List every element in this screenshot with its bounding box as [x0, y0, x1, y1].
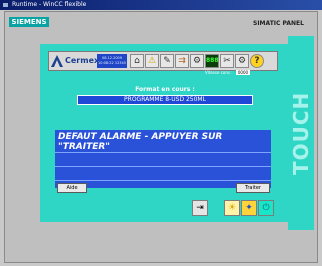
traiter-button[interactable]: Traiter: [236, 183, 270, 193]
alarm-message: DEFAUT ALARME - APPUYER SUR "TRAITER": [58, 132, 223, 152]
help-icon: ?: [254, 56, 260, 66]
window-title: Runtime - WinCC flexible: [12, 1, 87, 8]
alarm-divider: [55, 166, 271, 167]
conveyor-button[interactable]: ⇉: [175, 54, 189, 68]
wrench-icon: ✎: [163, 56, 171, 66]
format-label: Format en cours :: [135, 86, 195, 93]
exit-button[interactable]: ⇥: [192, 200, 208, 216]
warning-icon: ⚠: [147, 56, 157, 66]
help-button[interactable]: ?: [250, 54, 264, 68]
display-line-2: 10:08:22 12345: [98, 61, 126, 65]
bottom-toolbar: ⇥ ☀ ✦ ⏻: [192, 200, 274, 218]
settings-icon: ⚙: [192, 56, 202, 66]
home-icon: ⌂: [134, 56, 140, 66]
siemens-logo: SIEMENS: [9, 17, 49, 27]
alarm-panel: DEFAUT ALARME - APPUYER SUR "TRAITER": [55, 130, 271, 188]
touch-label: TOUCH: [288, 36, 314, 230]
light-button[interactable]: ☀: [224, 200, 240, 216]
cermex-logo-text: Cermex: [65, 56, 100, 65]
speed-readout: Vitesse cons : 0000: [205, 70, 251, 75]
star-icon: ✦: [245, 203, 253, 213]
alarm-divider: [55, 180, 271, 181]
settings-button[interactable]: ⚙: [190, 54, 204, 68]
window-titlebar: Runtime - WinCC flexible: [0, 0, 322, 10]
power-icon: ⏻: [262, 203, 270, 213]
power-button[interactable]: ⏻: [258, 200, 274, 216]
hmi-toolbar: Cermex 08.12.2009 10:08:22 12345 ⌂ ⚠ ✎ ⇉…: [48, 51, 278, 71]
cermex-logo-icon: [51, 55, 63, 67]
programme-field: PROGRAMME 8-USD 250ML: [77, 95, 253, 105]
tools-button[interactable]: ✂: [220, 54, 234, 68]
gear-icon: ⚙: [237, 56, 247, 66]
maintenance-button[interactable]: ✎: [160, 54, 174, 68]
app-icon: [2, 2, 9, 8]
aide-button[interactable]: Aide: [57, 183, 87, 193]
counter-button[interactable]: 888: [205, 54, 219, 68]
counter-display: 888: [206, 57, 219, 64]
warning-button[interactable]: ⚠: [145, 54, 159, 68]
settings2-icon: ✂: [223, 56, 231, 66]
exit-icon: ⇥: [196, 203, 204, 213]
conveyor-icon: ⇉: [178, 56, 186, 66]
alarm-header: DEFAUT ALARME - APPUYER SUR "TRAITER": [55, 130, 271, 152]
alarm-divider: [55, 152, 271, 153]
home-button[interactable]: ⌂: [130, 54, 144, 68]
speed-value: 0000: [235, 70, 251, 75]
gear-button[interactable]: ⚙: [235, 54, 249, 68]
speed-label: Vitesse cons :: [205, 70, 233, 75]
date-time-display: 08.12.2009 10:08:22 12345: [97, 54, 127, 68]
reset-button[interactable]: ✦: [241, 200, 257, 216]
bulb-icon: ☀: [227, 203, 237, 213]
simatic-panel-label: SIMATIC PANEL: [253, 20, 304, 27]
